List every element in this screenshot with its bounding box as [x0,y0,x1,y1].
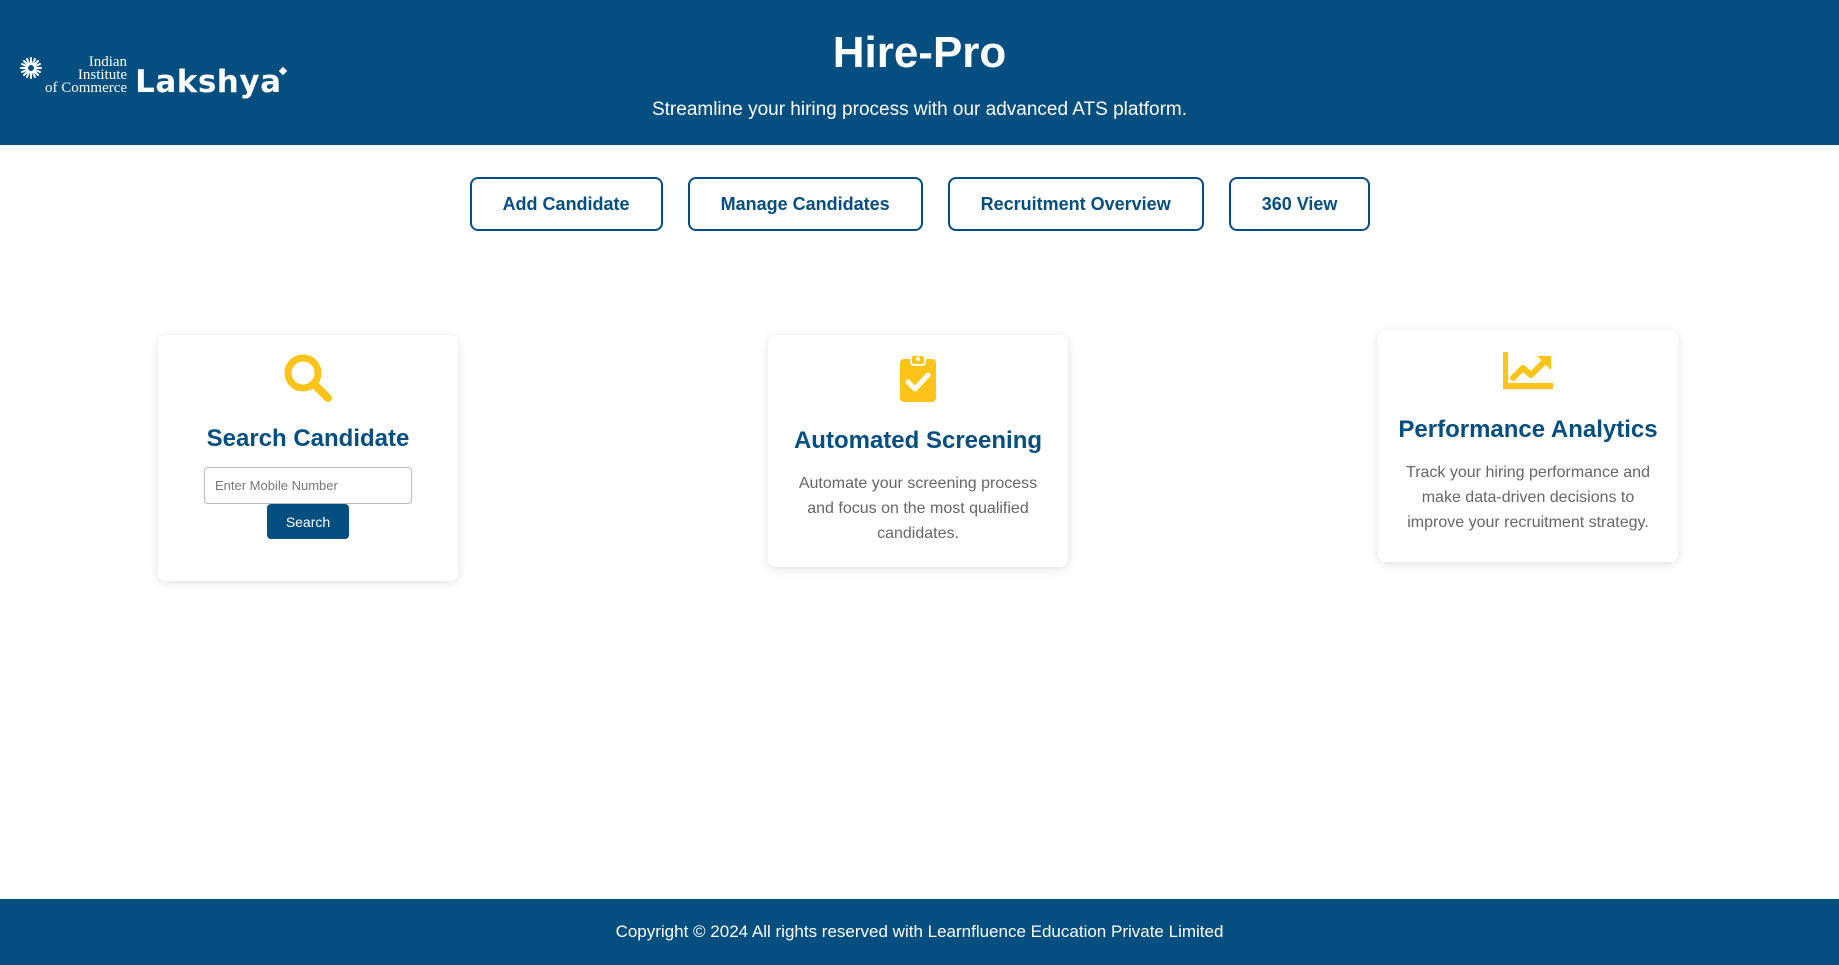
search-icon [284,354,332,402]
logo-line-3: of Commerce [45,79,128,96]
chart-line-icon [1503,352,1553,389]
page-footer: Copyright © 2024 All rights reserved wit… [0,899,1839,965]
mobile-number-input[interactable] [204,467,412,504]
search-button[interactable]: Search [267,504,349,539]
automated-screening-description: Automate your screening process and focu… [798,475,1038,542]
recruitment-overview-button[interactable]: Recruitment Overview [947,177,1204,231]
search-candidate-title: Search Candidate [206,425,410,452]
page-title: Hire-Pro [832,28,1007,77]
automated-screening-title: Automated Screening [793,427,1043,454]
360-view-button[interactable]: 360 View [1228,177,1371,231]
manage-candidates-button[interactable]: Manage Candidates [687,177,923,231]
performance-analytics-card: Performance Analytics Track your hiring … [1378,330,1678,562]
performance-analytics-description: Track your hiring performance and make d… [1406,464,1650,531]
automated-screening-card: Automated Screening Automate your screen… [768,335,1068,567]
add-candidate-button[interactable]: Add Candidate [469,177,663,231]
copyright-text: Copyright © 2024 All rights reserved wit… [615,922,1224,941]
page-header: Indian Institute of Commerce Lakshya Hir… [0,0,1839,145]
performance-analytics-title: Performance Analytics [1398,416,1658,443]
search-candidate-card: Search Candidate Search [158,335,458,581]
page-subtitle: Streamline your hiring process with our … [651,99,1188,120]
clipboard-check-icon [900,354,936,402]
main-nav: Add Candidate Manage Candidates Recruitm… [0,177,1839,231]
